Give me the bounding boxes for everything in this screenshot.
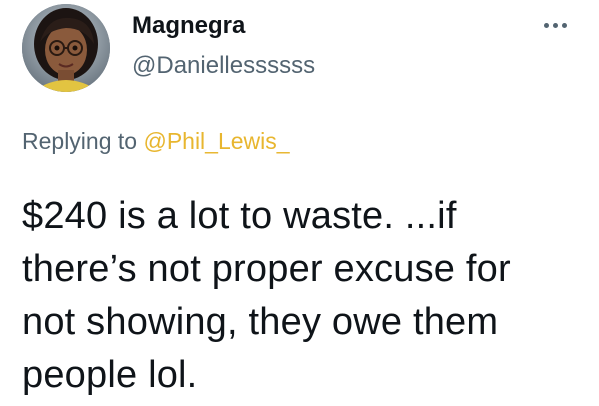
avatar-image [22, 4, 110, 92]
replying-to-line: Replying to @Phil_Lewis_ [22, 128, 290, 155]
more-dot [552, 22, 558, 28]
tweet-text-line: people lol. [22, 354, 198, 396]
more-options-icon[interactable] [532, 14, 578, 36]
tweet-card: Magnegra @Daniellessssss Replying to @Ph… [0, 0, 599, 406]
tweet-text-line: not showing, they owe them [22, 301, 499, 343]
tweet-text-line: there’s not proper excuse for [22, 248, 511, 290]
user-handle[interactable]: @Daniellessssss [132, 52, 315, 80]
tweet-text: $240 is a lot to waste. ...if there’s no… [22, 190, 592, 402]
reply-mention-link[interactable]: @Phil_Lewis_ [143, 128, 289, 154]
tweet-text-line: $240 is a lot to waste. ...if [22, 195, 457, 237]
display-name[interactable]: Magnegra [132, 12, 245, 40]
more-dot [561, 22, 567, 28]
more-dot [543, 22, 549, 28]
replying-to-label: Replying to [22, 128, 144, 154]
profile-avatar[interactable] [22, 4, 110, 92]
